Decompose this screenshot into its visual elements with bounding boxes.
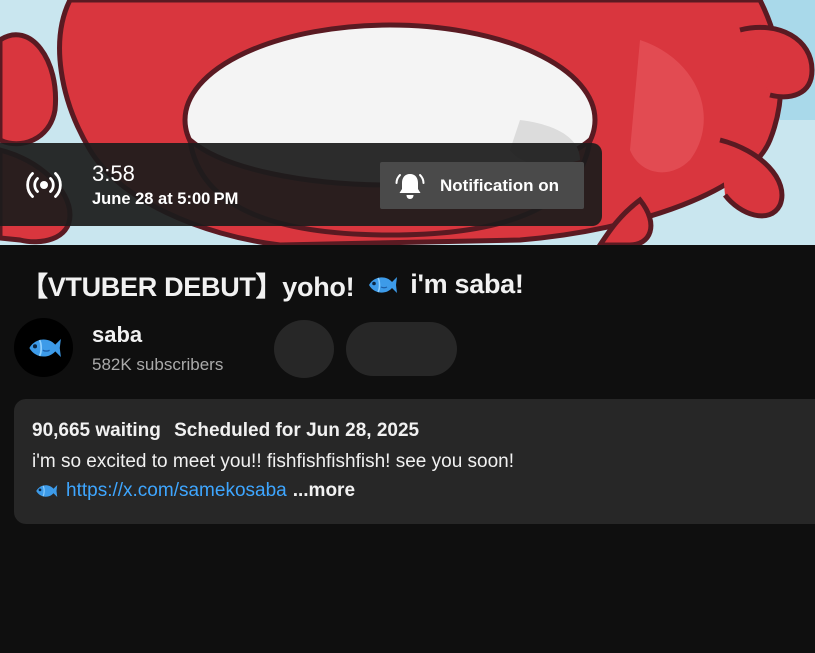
- description-link-row: https://x.com/samekosaba ...more: [34, 480, 355, 502]
- subscriber-count: 582K subscribers: [92, 355, 224, 374]
- live-broadcast-icon: [26, 172, 62, 198]
- description-link[interactable]: https://x.com/samekosaba: [66, 480, 287, 502]
- channel-avatar[interactable]: [14, 318, 73, 377]
- channel-name[interactable]: saba: [92, 322, 142, 348]
- notification-button-label: Notification on: [440, 175, 559, 195]
- fish-emoji-icon: [369, 276, 398, 293]
- show-more-button[interactable]: ...more: [293, 480, 355, 502]
- notification-on-button[interactable]: Notification on: [380, 162, 584, 209]
- video-title-text-end: i'm saba!: [410, 269, 524, 299]
- video-title-text-start: 【VTUBER DEBUT】yoho!: [21, 272, 355, 302]
- action-button-placeholder[interactable]: [274, 320, 334, 378]
- premiere-countdown: 3:58: [92, 161, 135, 186]
- premiere-scheduled-time: June 28 at 5:00 PM: [92, 190, 239, 208]
- scheduled-date: Scheduled for Jun 28, 2025: [174, 420, 420, 441]
- video-title: 【VTUBER DEBUT】yoho! i'm saba!: [21, 265, 524, 304]
- premiere-countdown-bar: 3:58 June 28 at 5:00 PM Notification on: [0, 143, 602, 226]
- waiting-count: 90,665 waiting: [32, 420, 161, 441]
- description-text: i'm so excited to meet you!! fishfishfis…: [32, 451, 515, 472]
- fish-emoji-icon: [36, 485, 58, 497]
- description-box[interactable]: 90,665 waiting Scheduled for Jun 28, 202…: [14, 399, 815, 524]
- bell-icon: [395, 173, 425, 199]
- video-page: 3:58 June 28 at 5:00 PM Notification on …: [0, 0, 815, 653]
- fish-avatar-icon: [28, 338, 61, 357]
- action-pill-placeholder[interactable]: [346, 322, 457, 376]
- description-stats: 90,665 waiting Scheduled for Jun 28, 202…: [32, 420, 419, 442]
